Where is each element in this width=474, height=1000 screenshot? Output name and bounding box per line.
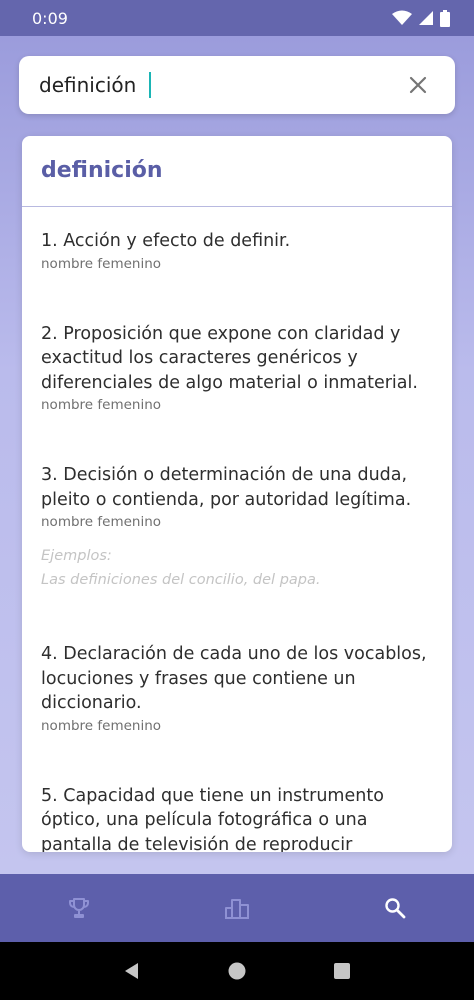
definition-item: 1. Acción y efecto de definir. nombre fe…: [41, 229, 433, 272]
status-icons: [392, 9, 450, 27]
definition-card[interactable]: definición 1. Acción y efecto de definir…: [22, 136, 452, 852]
text-caret: [149, 72, 151, 98]
definition-text: 2. Proposición que expone con claridad y…: [41, 323, 418, 393]
definition-category: nombre femenino: [41, 255, 162, 272]
definition-text: 4. Declaración de cada uno de los vocabl…: [41, 644, 427, 713]
system-navigation-bar: [0, 942, 474, 1000]
examples-label: Ejemplos:: [41, 548, 112, 564]
definition-text: 1. Acción y efecto de definir.: [41, 231, 291, 251]
definition-item: 2. Proposición que expone con claridad y…: [41, 322, 433, 414]
recents-button[interactable]: [322, 951, 362, 991]
back-icon: [125, 963, 139, 979]
definition-category: nombre femenino: [41, 397, 162, 413]
search-bar: [19, 56, 455, 114]
example-text: Las definiciones del concilio, del papa.: [41, 572, 321, 588]
definition-category: nombre femenino: [41, 717, 162, 734]
definition-item: 4. Declaración de cada uno de los vocabl…: [41, 642, 433, 734]
status-bar: 0:09: [0, 0, 474, 36]
home-button[interactable]: [217, 951, 257, 991]
definition-text: 3. Decisión o determinación de una duda,…: [41, 465, 412, 510]
chart-icon: [225, 899, 249, 919]
close-icon: [409, 76, 427, 94]
clear-search-button[interactable]: [401, 68, 435, 102]
home-icon: [228, 962, 246, 980]
signal-icon: [419, 11, 433, 25]
wifi-icon: [392, 10, 412, 25]
search-input[interactable]: [39, 73, 401, 97]
battery-icon: [440, 9, 450, 27]
trophy-icon: [69, 898, 89, 918]
definition-text: 5. Capacidad que tiene un instrumento óp…: [41, 785, 384, 853]
definition-examples: Ejemplos: Las definiciones del concilio,…: [41, 544, 433, 592]
definition-category: nombre femenino: [41, 514, 162, 530]
recents-icon: [333, 963, 350, 979]
bottom-navigation: [0, 874, 474, 942]
back-button[interactable]: [112, 951, 152, 991]
nav-trophy[interactable]: [49, 878, 109, 938]
entry-title: definición: [22, 136, 452, 207]
nav-search[interactable]: [365, 878, 425, 938]
nav-ranking[interactable]: [207, 878, 267, 938]
search-icon: [385, 898, 406, 919]
status-time: 0:09: [32, 8, 68, 28]
definition-list: 1. Acción y efecto de definir. nombre fe…: [22, 207, 452, 852]
definition-item: 3. Decisión o determinación de una duda,…: [41, 463, 433, 592]
definition-item: 5. Capacidad que tiene un instrumento óp…: [41, 784, 433, 853]
